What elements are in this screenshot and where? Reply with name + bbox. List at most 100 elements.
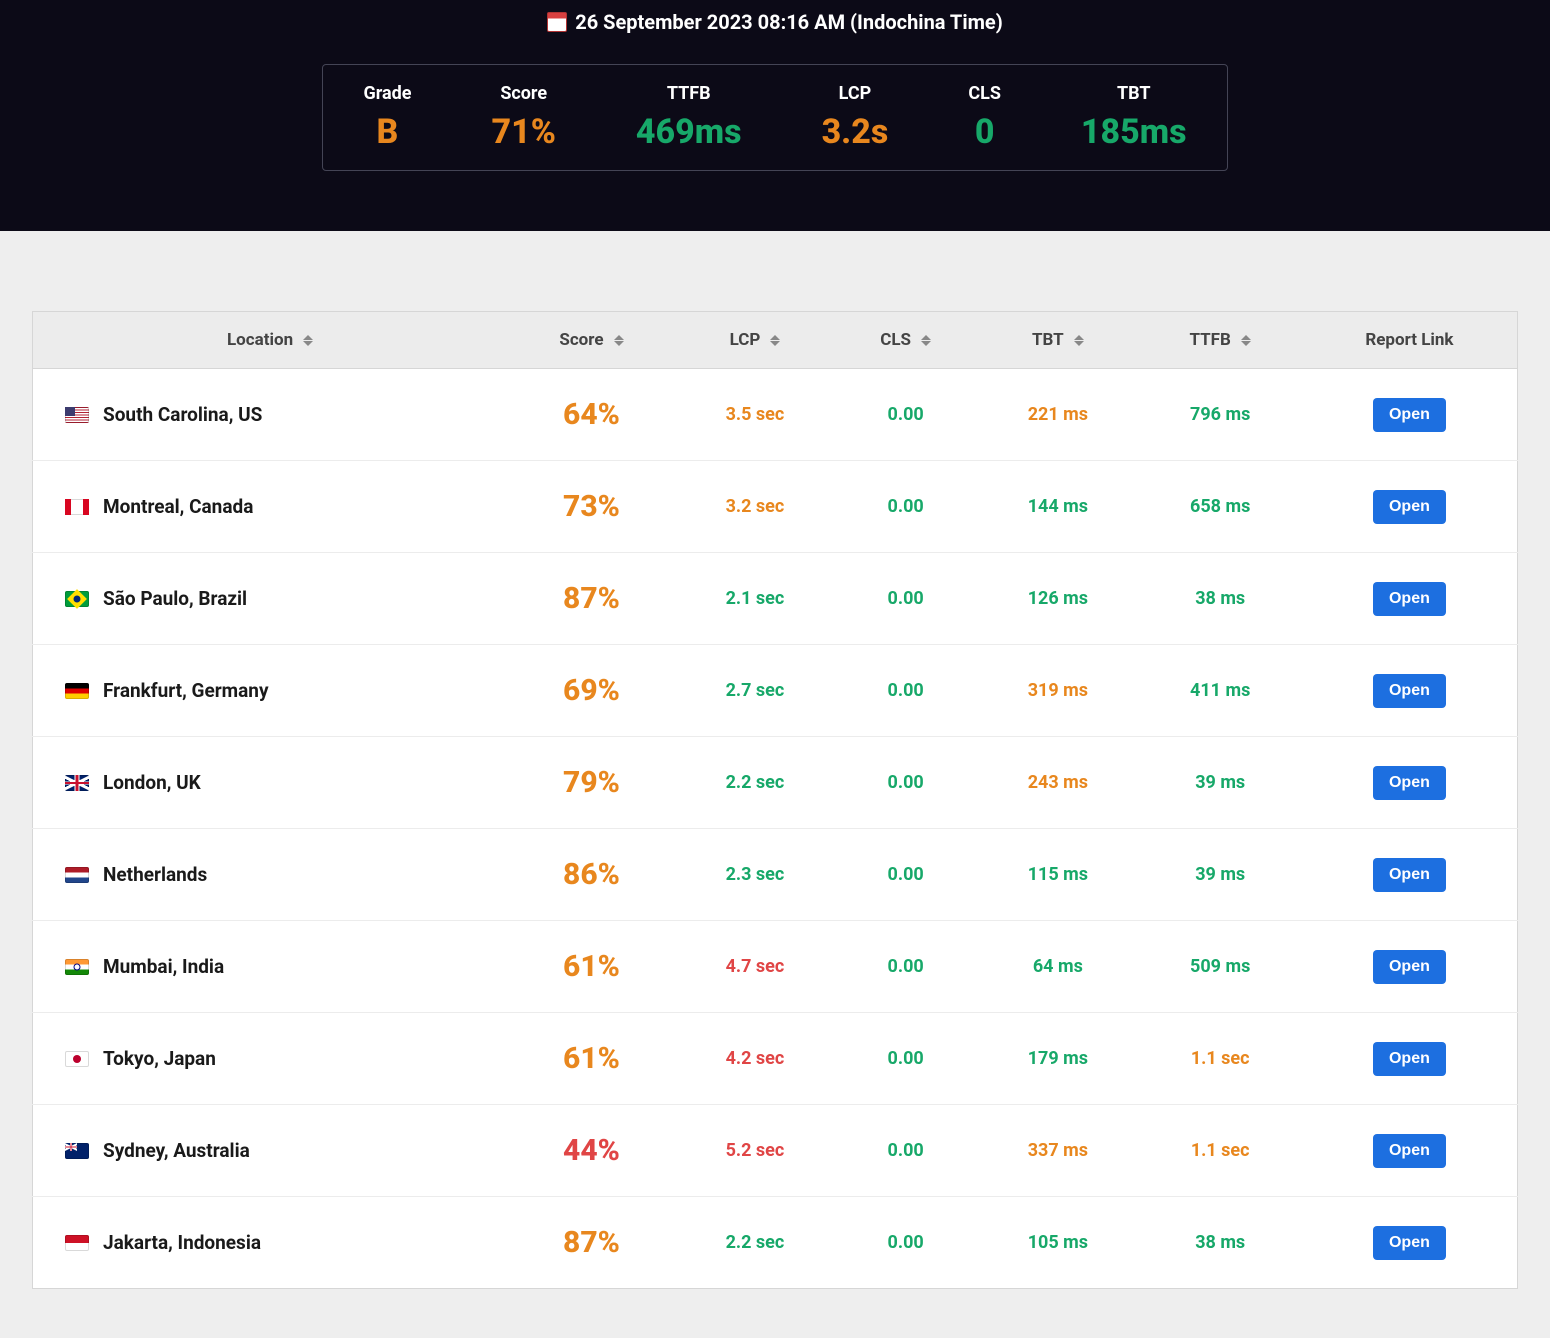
location-text: São Paulo, Brazil: [103, 587, 247, 610]
table-row: Tokyo, Japan61%4.2 sec0.00179 ms1.1 secO…: [33, 1013, 1518, 1105]
lcp-cell: 2.7 sec: [676, 645, 834, 737]
lcp-cell: 4.7 sec: [676, 921, 834, 1013]
cls-cell: 0.00: [834, 1105, 977, 1197]
location-text: London, UK: [103, 771, 201, 794]
ttfb-cell: 38 ms: [1138, 1197, 1301, 1289]
open-report-button[interactable]: Open: [1373, 582, 1446, 616]
summary-cell-tbt: TBT185ms: [1041, 83, 1227, 152]
flag-icon: [65, 499, 89, 515]
open-report-button[interactable]: Open: [1373, 766, 1446, 800]
summary-value: 185ms: [1081, 112, 1187, 152]
ttfb-cell: 658 ms: [1138, 461, 1301, 553]
cls-cell: 0.00: [834, 737, 977, 829]
location-cell: Montreal, Canada: [33, 461, 508, 553]
sort-icon: [921, 335, 931, 346]
table-row: Sydney, Australia44%5.2 sec0.00337 ms1.1…: [33, 1105, 1518, 1197]
lcp-cell: 3.5 sec: [676, 369, 834, 461]
report-link-cell: Open: [1302, 645, 1518, 737]
report-link-cell: Open: [1302, 1197, 1518, 1289]
cls-cell: 0.00: [834, 553, 977, 645]
location-text: Netherlands: [103, 863, 207, 886]
report-link-cell: Open: [1302, 737, 1518, 829]
score-cell: 87%: [507, 553, 676, 645]
summary-cell-score: Score71%: [452, 83, 596, 152]
score-cell: 61%: [507, 1013, 676, 1105]
sort-icon: [1074, 335, 1084, 346]
table-row: São Paulo, Brazil87%2.1 sec0.00126 ms38 …: [33, 553, 1518, 645]
results-table: LocationScoreLCPCLSTBTTTFBReport Link So…: [32, 311, 1518, 1289]
report-link-cell: Open: [1302, 921, 1518, 1013]
summary-box: GradeBScore71%TTFB469msLCP3.2sCLS0TBT185…: [322, 64, 1227, 171]
report-link-cell: Open: [1302, 829, 1518, 921]
sort-icon: [1241, 335, 1251, 346]
tbt-cell: 105 ms: [977, 1197, 1138, 1289]
cls-cell: 0.00: [834, 921, 977, 1013]
lcp-cell: 5.2 sec: [676, 1105, 834, 1197]
lcp-cell: 2.2 sec: [676, 737, 834, 829]
summary-label: Score: [492, 83, 556, 104]
column-header-tbt[interactable]: TBT: [977, 312, 1138, 369]
column-header-label: TTFB: [1189, 330, 1230, 350]
cls-cell: 0.00: [834, 1013, 977, 1105]
ttfb-cell: 39 ms: [1138, 737, 1301, 829]
location-cell: Mumbai, India: [33, 921, 508, 1013]
column-header-ttfb[interactable]: TTFB: [1138, 312, 1301, 369]
flag-icon: [65, 591, 89, 607]
score-cell: 87%: [507, 1197, 676, 1289]
column-header-location[interactable]: Location: [33, 312, 508, 369]
tbt-cell: 64 ms: [977, 921, 1138, 1013]
ttfb-cell: 1.1 sec: [1138, 1013, 1301, 1105]
open-report-button[interactable]: Open: [1373, 950, 1446, 984]
ttfb-cell: 411 ms: [1138, 645, 1301, 737]
summary-label: LCP: [822, 83, 889, 104]
column-header-cls[interactable]: CLS: [834, 312, 977, 369]
lcp-cell: 2.3 sec: [676, 829, 834, 921]
tbt-cell: 319 ms: [977, 645, 1138, 737]
tbt-cell: 337 ms: [977, 1105, 1138, 1197]
sort-icon: [303, 335, 313, 346]
column-header-label: Report Link: [1365, 330, 1453, 350]
cls-cell: 0.00: [834, 829, 977, 921]
location-cell: São Paulo, Brazil: [33, 553, 508, 645]
location-text: Jakarta, Indonesia: [103, 1231, 261, 1254]
column-header-label: Score: [559, 330, 603, 350]
open-report-button[interactable]: Open: [1373, 858, 1446, 892]
score-cell: 69%: [507, 645, 676, 737]
lcp-cell: 3.2 sec: [676, 461, 834, 553]
results-section: LocationScoreLCPCLSTBTTTFBReport Link So…: [0, 231, 1550, 1329]
open-report-button[interactable]: Open: [1373, 490, 1446, 524]
score-cell: 61%: [507, 921, 676, 1013]
score-cell: 86%: [507, 829, 676, 921]
column-header-lcp[interactable]: LCP: [676, 312, 834, 369]
open-report-button[interactable]: Open: [1373, 398, 1446, 432]
location-text: Montreal, Canada: [103, 495, 253, 518]
open-report-button[interactable]: Open: [1373, 1134, 1446, 1168]
table-row: Frankfurt, Germany69%2.7 sec0.00319 ms41…: [33, 645, 1518, 737]
flag-icon: [65, 775, 89, 791]
ttfb-cell: 509 ms: [1138, 921, 1301, 1013]
location-text: Mumbai, India: [103, 955, 224, 978]
location-cell: London, UK: [33, 737, 508, 829]
open-report-button[interactable]: Open: [1373, 1042, 1446, 1076]
cls-cell: 0.00: [834, 645, 977, 737]
summary-cell-lcp: LCP3.2s: [782, 83, 929, 152]
score-cell: 73%: [507, 461, 676, 553]
flag-icon: [65, 683, 89, 699]
column-header-score[interactable]: Score: [507, 312, 676, 369]
location-text: Sydney, Australia: [103, 1139, 250, 1162]
lcp-cell: 2.2 sec: [676, 1197, 834, 1289]
timestamp-text: 26 September 2023 08:16 AM (Indochina Ti…: [575, 10, 1003, 34]
score-cell: 44%: [507, 1105, 676, 1197]
open-report-button[interactable]: Open: [1373, 674, 1446, 708]
report-link-cell: Open: [1302, 1105, 1518, 1197]
sort-icon: [770, 335, 780, 346]
lcp-cell: 2.1 sec: [676, 553, 834, 645]
ttfb-cell: 39 ms: [1138, 829, 1301, 921]
sort-icon: [614, 335, 624, 346]
open-report-button[interactable]: Open: [1373, 1226, 1446, 1260]
header-panel: 26 September 2023 08:16 AM (Indochina Ti…: [0, 0, 1550, 231]
tbt-cell: 243 ms: [977, 737, 1138, 829]
location-cell: Sydney, Australia: [33, 1105, 508, 1197]
summary-cell-grade: GradeB: [323, 83, 451, 152]
report-link-cell: Open: [1302, 1013, 1518, 1105]
